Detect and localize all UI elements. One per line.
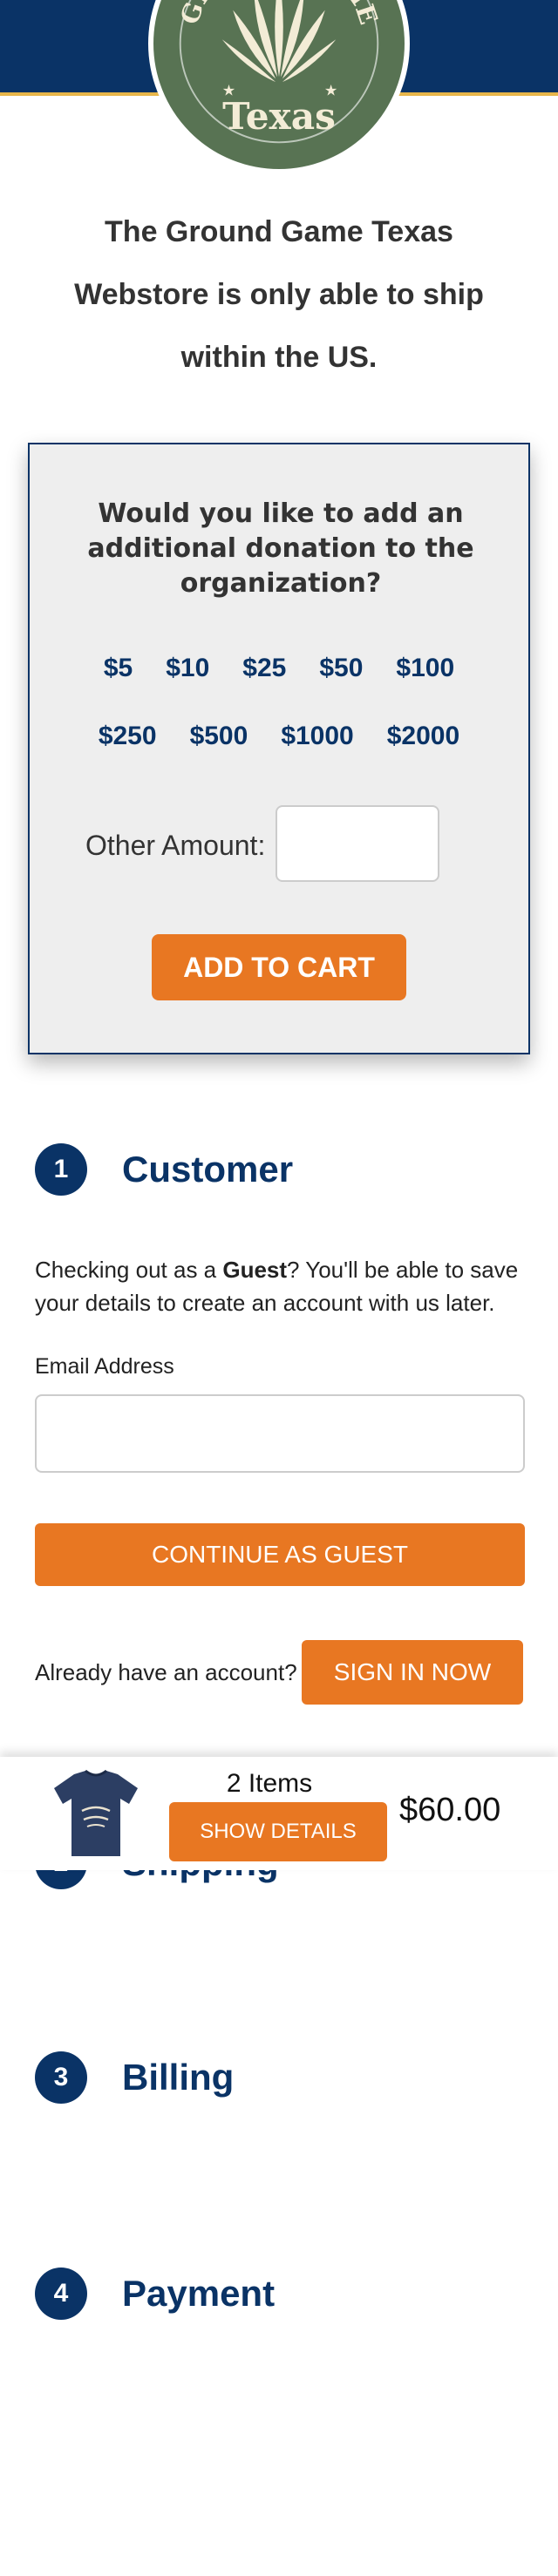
shipping-notice: The Ground Game Texas Webstore is only a…	[35, 200, 523, 389]
step-title: Payment	[122, 2273, 276, 2314]
step-number-badge: 3	[35, 2051, 87, 2104]
other-amount-label: Other Amount:	[85, 830, 266, 861]
donation-amount-option[interactable]: $100	[396, 654, 454, 683]
sign-in-button[interactable]: SIGN IN NOW	[302, 1640, 523, 1705]
step-billing: 3 Billing	[35, 2051, 234, 2104]
donation-amount-option[interactable]: $2000	[387, 722, 459, 751]
step-payment: 4 Payment	[35, 2268, 275, 2320]
step-title: Customer	[122, 1149, 294, 1190]
logo-graphic: GROUND GAME Texas ★ ★	[174, 0, 384, 144]
step-number-badge: 1	[35, 1143, 87, 1196]
ground-game-texas-logo[interactable]: GROUND GAME Texas ★ ★	[148, 0, 410, 174]
donation-amounts-row-1: $5 $10 $25 $50 $100	[30, 654, 528, 683]
star-icon: ★	[324, 82, 337, 99]
donation-amounts-row-2: $250 $500 $1000 $2000	[30, 722, 528, 751]
step-title: Billing	[122, 2057, 235, 2098]
guest-checkout-text: Checking out as a Guest? You'll be able …	[35, 1253, 532, 1319]
tshirt-icon	[44, 1766, 148, 1863]
donation-amount-option[interactable]: $500	[190, 722, 248, 751]
agave-icon	[221, 0, 337, 83]
show-details-button[interactable]: SHOW DETAILS	[169, 1802, 387, 1861]
shipping-notice-line: within the US.	[180, 341, 378, 374]
donation-amount-option[interactable]: $10	[166, 654, 209, 683]
star-icon: ★	[222, 82, 235, 99]
donation-question: Would you like to add an additional dona…	[87, 498, 474, 599]
donation-amount-option[interactable]: $1000	[281, 722, 353, 751]
step-customer: 1 Customer	[35, 1143, 293, 1196]
have-account-label: Already have an account?	[35, 1659, 297, 1685]
add-to-cart-button[interactable]: ADD TO CART	[152, 934, 406, 1000]
cart-total: $60.00	[399, 1792, 501, 1828]
donation-amount-option[interactable]: $25	[242, 654, 286, 683]
continue-as-guest-button[interactable]: CONTINUE AS GUEST	[35, 1523, 525, 1586]
donation-amount-option[interactable]: $50	[319, 654, 363, 683]
shipping-notice-line: Webstore is only able to ship	[74, 278, 484, 311]
guest-text-prefix: Checking out as a	[35, 1257, 223, 1283]
logo-text-bottom: Texas	[222, 94, 336, 138]
step-number-badge: 4	[35, 2268, 87, 2320]
email-label: Email Address	[35, 1354, 174, 1379]
cart-summary-bar: 2 Items SHOW DETAILS $60.00	[0, 1757, 558, 1870]
donation-panel: Would you like to add an additional dona…	[28, 443, 530, 1054]
donation-amount-option[interactable]: $250	[99, 722, 157, 751]
shipping-notice-line: The Ground Game Texas	[105, 215, 453, 248]
other-amount-input[interactable]	[276, 805, 439, 882]
email-field[interactable]	[35, 1394, 525, 1473]
cart-item-count: 2 Items	[226, 1769, 313, 1798]
donation-amount-option[interactable]: $5	[104, 654, 133, 683]
guest-text-bold: Guest	[222, 1257, 288, 1283]
